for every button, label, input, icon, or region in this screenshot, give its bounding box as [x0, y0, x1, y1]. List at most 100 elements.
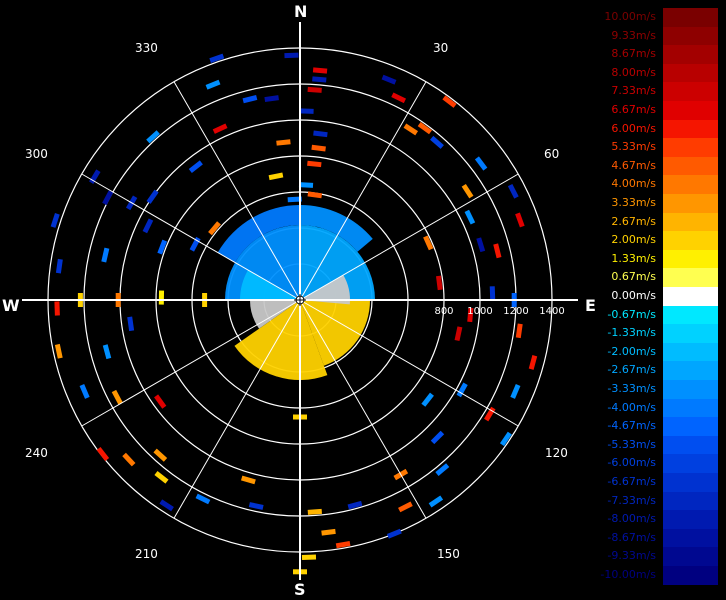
colorbar-swatch-1: [663, 26, 718, 46]
compass-west: W: [2, 296, 20, 315]
velocity-bin-30: [510, 384, 521, 399]
bearing-label-300: 300: [25, 147, 48, 161]
velocity-bin-51: [159, 499, 174, 512]
colorbar-label-2: 8.67m/s: [611, 47, 656, 61]
colorbar-swatch-14: [663, 268, 718, 287]
colorbar-label-22: -4.67m/s: [607, 419, 656, 433]
velocity-bin-81: [205, 79, 221, 90]
velocity-bin-40: [386, 528, 402, 539]
colorbar-label-29: -9.33m/s: [607, 549, 656, 563]
colorbar-label-14: 0.67m/s: [611, 270, 656, 284]
velocity-bin-45: [301, 554, 317, 560]
velocity-bin-34: [421, 392, 434, 407]
velocity-bin-84: [268, 172, 284, 181]
colorbar-label-24: -6.00m/s: [607, 456, 656, 470]
velocity-bin-16: [461, 183, 474, 199]
velocity-bin-15: [474, 156, 488, 171]
velocity-bin-57: [111, 389, 123, 405]
colorbar-swatch-11: [663, 212, 718, 232]
velocity-bin-32: [484, 406, 496, 422]
colorbar-swatch-17: [663, 324, 718, 343]
velocity-bin-18: [507, 183, 519, 199]
velocity-bin-28: [454, 326, 463, 342]
velocity-bin-21: [493, 243, 502, 259]
velocity-bin-85: [264, 95, 279, 103]
colorbar-label-27: -8.00m/s: [607, 512, 656, 526]
colorbar-swatch-18: [663, 342, 718, 362]
velocity-bin-27: [515, 323, 523, 339]
velocity-bin-9: [381, 74, 397, 85]
colorbar-swatch-22: [663, 417, 718, 436]
velocity-bin-52: [154, 471, 169, 484]
velocity-bin-76: [146, 189, 159, 204]
colorbar-swatch-0: [663, 8, 718, 27]
velocity-bin-55: [96, 446, 110, 462]
velocity-bin-86: [276, 139, 291, 146]
colorbar-label-1: 9.33m/s: [611, 28, 656, 42]
velocity-bin-88: [284, 52, 299, 59]
velocity-bin-4: [313, 130, 328, 138]
velocity-bin-43: [321, 528, 336, 536]
colorbar-swatch-4: [663, 82, 718, 101]
compass-south: S: [294, 580, 306, 599]
colorbar-swatch-16: [663, 305, 718, 325]
bearing-spoke-150: [299, 299, 427, 519]
velocity-bin-29: [528, 355, 538, 370]
colorbar-label-28: -8.67m/s: [607, 530, 656, 544]
velocity-bin-71: [142, 218, 154, 234]
velocity-bin-44: [307, 508, 322, 515]
colorbar-label-25: -6.67m/s: [607, 475, 656, 488]
colorbar-swatch-3: [663, 63, 718, 83]
colorbar-swatch-19: [663, 361, 718, 380]
compass-north: N: [294, 2, 308, 21]
colorbar-swatch-21: [663, 398, 718, 418]
velocity-bin-67: [55, 258, 63, 274]
velocity-bin-56: [154, 394, 167, 409]
velocity-bin-62: [54, 301, 60, 316]
colorbar-swatch-29: [663, 547, 718, 566]
velocity-bin-58: [79, 384, 90, 399]
velocity-bin-6: [307, 160, 322, 168]
bearing-label-60: 60: [544, 147, 560, 161]
colorbar-label-5: 6.67m/s: [611, 103, 656, 116]
velocity-bin-36: [435, 463, 450, 477]
bearing-label-330: 330: [135, 41, 158, 55]
colorbar-swatch-2: [663, 45, 718, 64]
velocity-bin-37: [428, 495, 444, 508]
velocity-bin-22: [515, 212, 525, 228]
colorbar-swatch-26: [663, 491, 718, 511]
colorbar-label-11: 2.67m/s: [611, 214, 656, 228]
velocity-bin-83: [242, 95, 258, 104]
velocity-bin-39: [398, 501, 413, 513]
velocity-bin-48: [248, 502, 264, 510]
colorbar-label-13: 1.33m/s: [611, 251, 656, 265]
colorbar-label-30: -10.00m/s: [600, 568, 656, 581]
colorbar-label-8: 4.67m/s: [611, 158, 656, 172]
velocity-bin-1: [307, 86, 322, 93]
velocity-bin-2: [312, 76, 327, 83]
velocity-bin-3: [312, 67, 328, 74]
bearing-label-30: 30: [433, 41, 449, 55]
bearing-spoke-120: [299, 299, 519, 427]
colorbar-label-16: -0.67m/s: [607, 307, 656, 321]
velocity-bin-61: [127, 316, 135, 332]
colorbar-swatch-9: [663, 175, 718, 194]
colorbar-label-12: 2.00m/s: [611, 233, 656, 247]
colorbar-swatch-7: [663, 138, 718, 157]
velocity-bin-24: [489, 286, 496, 301]
colorbar-label-19: -2.67m/s: [607, 363, 656, 377]
velocity-bin-49: [240, 475, 256, 485]
colorbar-swatch-6: [663, 119, 718, 139]
colorbar-label-26: -7.33m/s: [607, 493, 656, 507]
colorbar-label-9: 4.00m/s: [611, 177, 656, 191]
colorbar-swatch-23: [663, 435, 718, 455]
colorbar-label-7: 5.33m/s: [611, 140, 656, 154]
colorbar-label-17: -1.33m/s: [607, 326, 656, 340]
colorbar-swatch-13: [663, 249, 718, 269]
colorbar-swatch-8: [663, 156, 718, 176]
velocity-bin-41: [347, 500, 363, 510]
range-tick-1000: 1000: [467, 306, 492, 317]
velocity-bin-17: [464, 209, 476, 225]
colorbar-label-6: 6.00m/s: [611, 121, 656, 135]
velocity-bin-65: [158, 290, 165, 305]
